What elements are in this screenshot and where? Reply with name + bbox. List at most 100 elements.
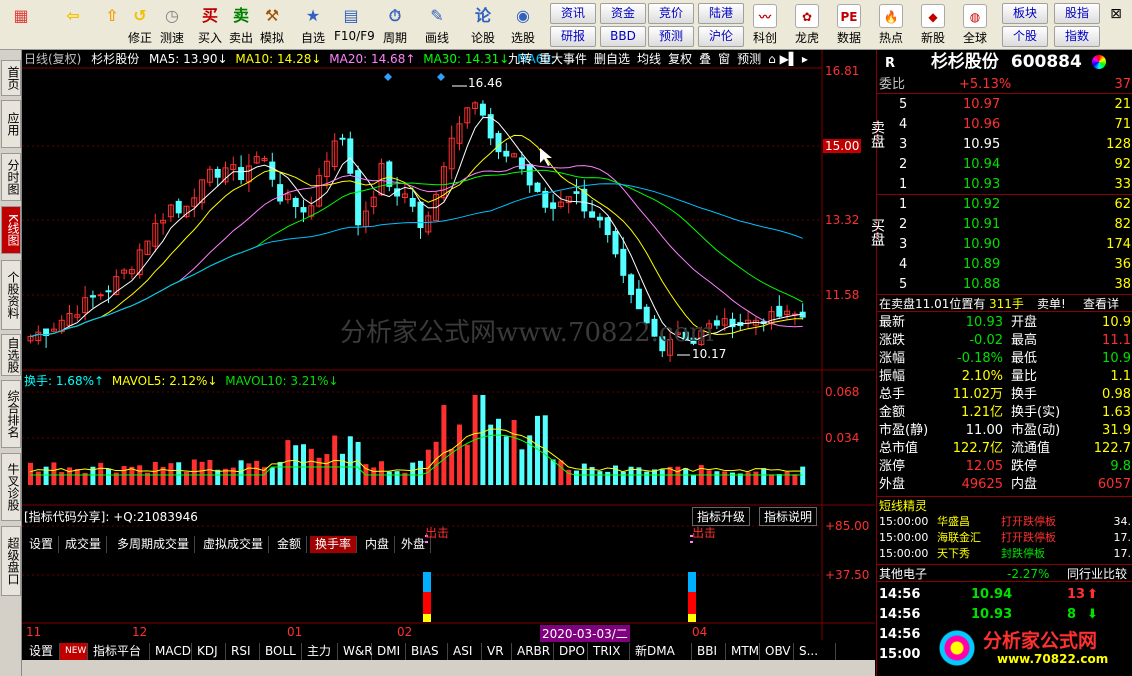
- toolbar-clock-button[interactable]: ◷ 测速: [155, 2, 189, 48]
- left-tab-6[interactable]: 综合排名: [1, 380, 21, 448]
- indicator-tab-4[interactable]: RSI: [226, 643, 260, 661]
- chart-tool-button[interactable]: 重大事件: [539, 52, 587, 66]
- indicator-help-button[interactable]: 指标说明: [759, 507, 818, 526]
- toolbar-star-button[interactable]: ★ 自选: [296, 2, 330, 48]
- toolbar-small-button[interactable]: 板块: [1002, 3, 1048, 24]
- toolbar-buy-button[interactable]: 买买入: [193, 2, 227, 48]
- panel-tab-2[interactable]: 多周期成交量: [112, 536, 196, 553]
- buy-level-row[interactable]: 2 10.91 82: [877, 216, 1132, 234]
- kline-svg[interactable]: [22, 50, 875, 660]
- toolbar-small-button[interactable]: 个股: [1002, 26, 1048, 47]
- sell-level-row[interactable]: 2 10.94 92: [877, 156, 1132, 174]
- left-tab-7[interactable]: 牛叉诊股: [1, 453, 21, 521]
- indicator-tab-0[interactable]: 设置: [24, 643, 60, 661]
- panel-tab-1[interactable]: 成交量: [60, 536, 108, 553]
- toolbar-kechuang-button[interactable]: 〰科创: [748, 2, 782, 48]
- left-tab-3[interactable]: K线图: [1, 206, 21, 254]
- close-icon[interactable]: ⊠: [1104, 4, 1128, 46]
- toolbar-small-button[interactable]: 研报: [550, 26, 596, 47]
- chart-tool-button[interactable]: 删自选: [594, 52, 630, 66]
- chart-tool-button[interactable]: 复权: [668, 52, 692, 66]
- scroll-arrow-icon[interactable]: ▸: [802, 52, 808, 66]
- toolbar-small-button[interactable]: 沪伦: [698, 26, 744, 47]
- left-tab-5[interactable]: 自选股: [1, 334, 21, 376]
- left-tab-4[interactable]: 个股资料: [1, 260, 21, 330]
- toolbar-select-stock-button[interactable]: ◉ 选股: [506, 2, 540, 48]
- toolbar-small-button[interactable]: 资金: [600, 3, 646, 24]
- kline-chart-area[interactable]: 日线(复权) 杉杉股份 MA5: 13.90↓ MA10: 14.28↓ MA2…: [22, 50, 875, 661]
- left-tab-0[interactable]: 首页: [1, 60, 21, 96]
- buy-level-row[interactable]: 1 10.92 62: [877, 196, 1132, 214]
- sprite-row[interactable]: 15:00:00 海联金汇 打开跌停板 17.: [877, 530, 1132, 546]
- color-wheel-icon[interactable]: [1091, 55, 1106, 69]
- toolbar-small-button[interactable]: 竞价: [648, 3, 694, 24]
- sprite-row[interactable]: 15:00:00 华盛昌 打开跌停板 34.: [877, 514, 1132, 530]
- left-tab-1[interactable]: 应用: [1, 100, 21, 148]
- left-tab-2[interactable]: 分时图: [1, 153, 21, 201]
- indicator-tab-7[interactable]: W&R: [338, 643, 373, 661]
- toolbar-small-button[interactable]: 指数: [1054, 26, 1100, 47]
- indicator-tab-10[interactable]: ASI: [448, 643, 482, 661]
- toolbar-small-button[interactable]: 股指: [1054, 3, 1100, 24]
- toolbar-pe-data-button[interactable]: PE 数据: [832, 2, 866, 48]
- sell-level-row[interactable]: 4 10.96 71: [877, 116, 1132, 134]
- panel-tab-6[interactable]: 内盘: [360, 536, 396, 553]
- expand-icon[interactable]: ▶▌: [780, 52, 802, 66]
- sector-row[interactable]: 其他电子 -2.27% 同行业比较: [877, 564, 1132, 582]
- toolbar-hot-button[interactable]: 🔥 热点: [874, 2, 908, 48]
- app-grid-button[interactable]: ▦: [4, 2, 38, 48]
- indicator-tab-18[interactable]: OBV: [760, 643, 794, 661]
- toolbar-small-button[interactable]: 陆港: [698, 3, 744, 24]
- indicator-tab-17[interactable]: MTM: [726, 643, 760, 661]
- toolbar-f10-button[interactable]: ▤ F10/F9: [334, 2, 375, 48]
- buy-level-row[interactable]: 5 10.88 38: [877, 276, 1132, 294]
- indicator-tab-14[interactable]: TRIX: [588, 643, 630, 661]
- sprite-row[interactable]: 15:00:00 天下秀 封跌停板 17.: [877, 546, 1132, 562]
- sell-level-row[interactable]: 1 10.93 33: [877, 176, 1132, 194]
- toolbar-small-button[interactable]: 预测: [648, 26, 694, 47]
- panel-tab-5[interactable]: 换手率: [310, 536, 358, 553]
- left-tab-8[interactable]: 超级盘口: [1, 526, 21, 596]
- indicator-tab-2[interactable]: MACD: [150, 643, 192, 661]
- toolbar-new-stock-button[interactable]: ◆ 新股: [916, 2, 950, 48]
- chart-tool-button[interactable]: 预测: [737, 52, 761, 66]
- msg-link[interactable]: 查看详: [1083, 295, 1119, 313]
- toolbar-pencil-button[interactable]: ✎ 画线: [420, 2, 454, 48]
- toolbar-discuss-button[interactable]: 论论股: [466, 2, 500, 48]
- buy-level-row[interactable]: 3 10.90 174: [877, 236, 1132, 254]
- toolbar-fix-button[interactable]: ↺ 修正: [123, 2, 157, 48]
- panel-tab-0[interactable]: 设置: [24, 536, 60, 553]
- chart-tool-button[interactable]: 均线: [637, 52, 661, 66]
- big-order-message[interactable]: 在卖盘11.01位置有 311手 卖单! 查看详: [877, 294, 1132, 312]
- indicator-tab-6[interactable]: 主力: [302, 643, 338, 661]
- indicator-tab-5[interactable]: BOLL: [260, 643, 302, 661]
- chart-tool-button[interactable]: 九转: [508, 52, 532, 66]
- toolbar-small-button[interactable]: BBD: [600, 26, 646, 47]
- indicator-tab-8[interactable]: DMI: [372, 643, 406, 661]
- indicator-tab-11[interactable]: VR: [482, 643, 512, 661]
- indicator-tab-1[interactable]: 指标平台: [88, 643, 150, 661]
- lock-icon[interactable]: ⌂: [768, 52, 779, 66]
- chart-tool-button[interactable]: 叠: [699, 52, 711, 66]
- toolbar-sell-button[interactable]: 卖卖出: [224, 2, 258, 48]
- toolbar-globe-button[interactable]: ◍ 全球: [958, 2, 992, 48]
- indicator-tab-19[interactable]: S...: [794, 643, 836, 661]
- sector-link[interactable]: 同行业比较: [1067, 565, 1127, 583]
- toolbar-period-button[interactable]: ⏱ 周期: [378, 2, 412, 48]
- indicator-tab-3[interactable]: KDJ: [192, 643, 226, 661]
- buy-level-row[interactable]: 4 10.89 36: [877, 256, 1132, 274]
- indicator-tab-9[interactable]: BIAS: [406, 643, 448, 661]
- toolbar-small-button[interactable]: 资讯: [550, 3, 596, 24]
- chart-tool-button[interactable]: 窗: [718, 52, 730, 66]
- toolbar-dragon-tiger-button[interactable]: ✿ 龙虎: [790, 2, 824, 48]
- sell-level-row[interactable]: 3 10.95 128: [877, 136, 1132, 154]
- panel-tab-3[interactable]: 虚拟成交量: [198, 536, 270, 553]
- indicator-tab-15[interactable]: 新DMA: [630, 643, 692, 661]
- sell-level-row[interactable]: 5 10.97 21: [877, 96, 1132, 114]
- panel-tab-4[interactable]: 金额: [272, 536, 308, 553]
- toolbar-hammer-button[interactable]: ⚒ 模拟: [255, 2, 289, 48]
- back-arrow-button[interactable]: ⇦: [56, 2, 90, 48]
- indicator-tab-16[interactable]: BBI: [692, 643, 726, 661]
- indicator-tab-13[interactable]: DPO: [554, 643, 588, 661]
- indicator-tab-12[interactable]: ARBR: [512, 643, 554, 661]
